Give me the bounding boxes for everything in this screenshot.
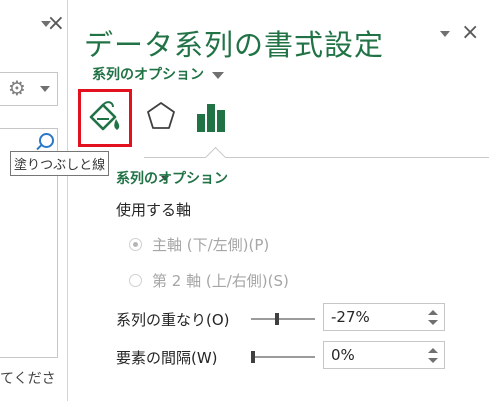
spin-down-icon[interactable] xyxy=(428,358,438,363)
secondary-axis-label: 第 2 軸 (上/右側)(S) xyxy=(152,272,289,290)
left-pane-settings-button[interactable]: ⚙ xyxy=(0,72,58,106)
tab-effects[interactable] xyxy=(145,100,177,136)
tab-divider xyxy=(144,157,489,158)
series-options-menu[interactable]: 系列のオプション xyxy=(92,64,224,84)
secondary-axis-radio[interactable] xyxy=(129,274,142,287)
primary-axis-radio[interactable] xyxy=(129,238,142,251)
bar-chart-icon xyxy=(197,104,225,132)
gap-spin-box[interactable]: 0% xyxy=(323,341,445,369)
paint-bucket-icon xyxy=(89,101,120,131)
tab-fill-line[interactable] xyxy=(78,89,132,147)
gap-slider-track[interactable] xyxy=(251,356,315,358)
overlap-slider-track[interactable] xyxy=(251,318,315,320)
chevron-down-icon xyxy=(40,86,50,92)
gear-icon: ⚙ xyxy=(8,76,26,100)
series-options-menu-label: 系列のオプション xyxy=(92,67,204,83)
tooltip: 塗りつぶしと線 xyxy=(10,151,110,176)
spin-up-icon[interactable] xyxy=(428,310,438,315)
axis-label: 使用する軸 xyxy=(116,201,192,219)
gap-slider-thumb[interactable] xyxy=(251,351,255,363)
search-icon[interactable] xyxy=(39,133,54,148)
pentagon-icon xyxy=(147,102,175,129)
section-title[interactable]: 系列のオプション xyxy=(116,168,228,188)
overlap-spin-box[interactable]: -27% xyxy=(323,303,445,331)
pane-close-button[interactable]: × xyxy=(461,21,479,45)
spin-down-icon[interactable] xyxy=(428,320,438,325)
left-task-pane: × ⚙ てくださ xyxy=(0,0,68,401)
gap-value[interactable]: 0% xyxy=(331,346,355,364)
selected-tab-pointer xyxy=(204,146,227,169)
primary-axis-label: 主軸 (下/左側)(P) xyxy=(152,236,270,254)
pane-title: データ系列の書式設定 xyxy=(84,28,385,62)
pane-options-dropdown-icon[interactable] xyxy=(440,31,450,37)
tab-series-options[interactable] xyxy=(195,100,229,138)
spin-up-icon[interactable] xyxy=(428,348,438,353)
left-pane-close-button[interactable]: × xyxy=(47,13,65,35)
overlap-label: 系列の重なり(O) xyxy=(116,311,230,329)
left-pane-hint-text: てくださ xyxy=(0,371,56,387)
overlap-slider-thumb[interactable] xyxy=(275,313,279,325)
gap-width-label: 要素の間隔(W) xyxy=(116,349,218,367)
chevron-down-icon xyxy=(212,71,224,79)
overlap-value[interactable]: -27% xyxy=(331,308,370,326)
format-data-series-pane: データ系列の書式設定 × 系列のオプション 系列のオプション 使用する軸 主軸 … xyxy=(68,0,489,401)
